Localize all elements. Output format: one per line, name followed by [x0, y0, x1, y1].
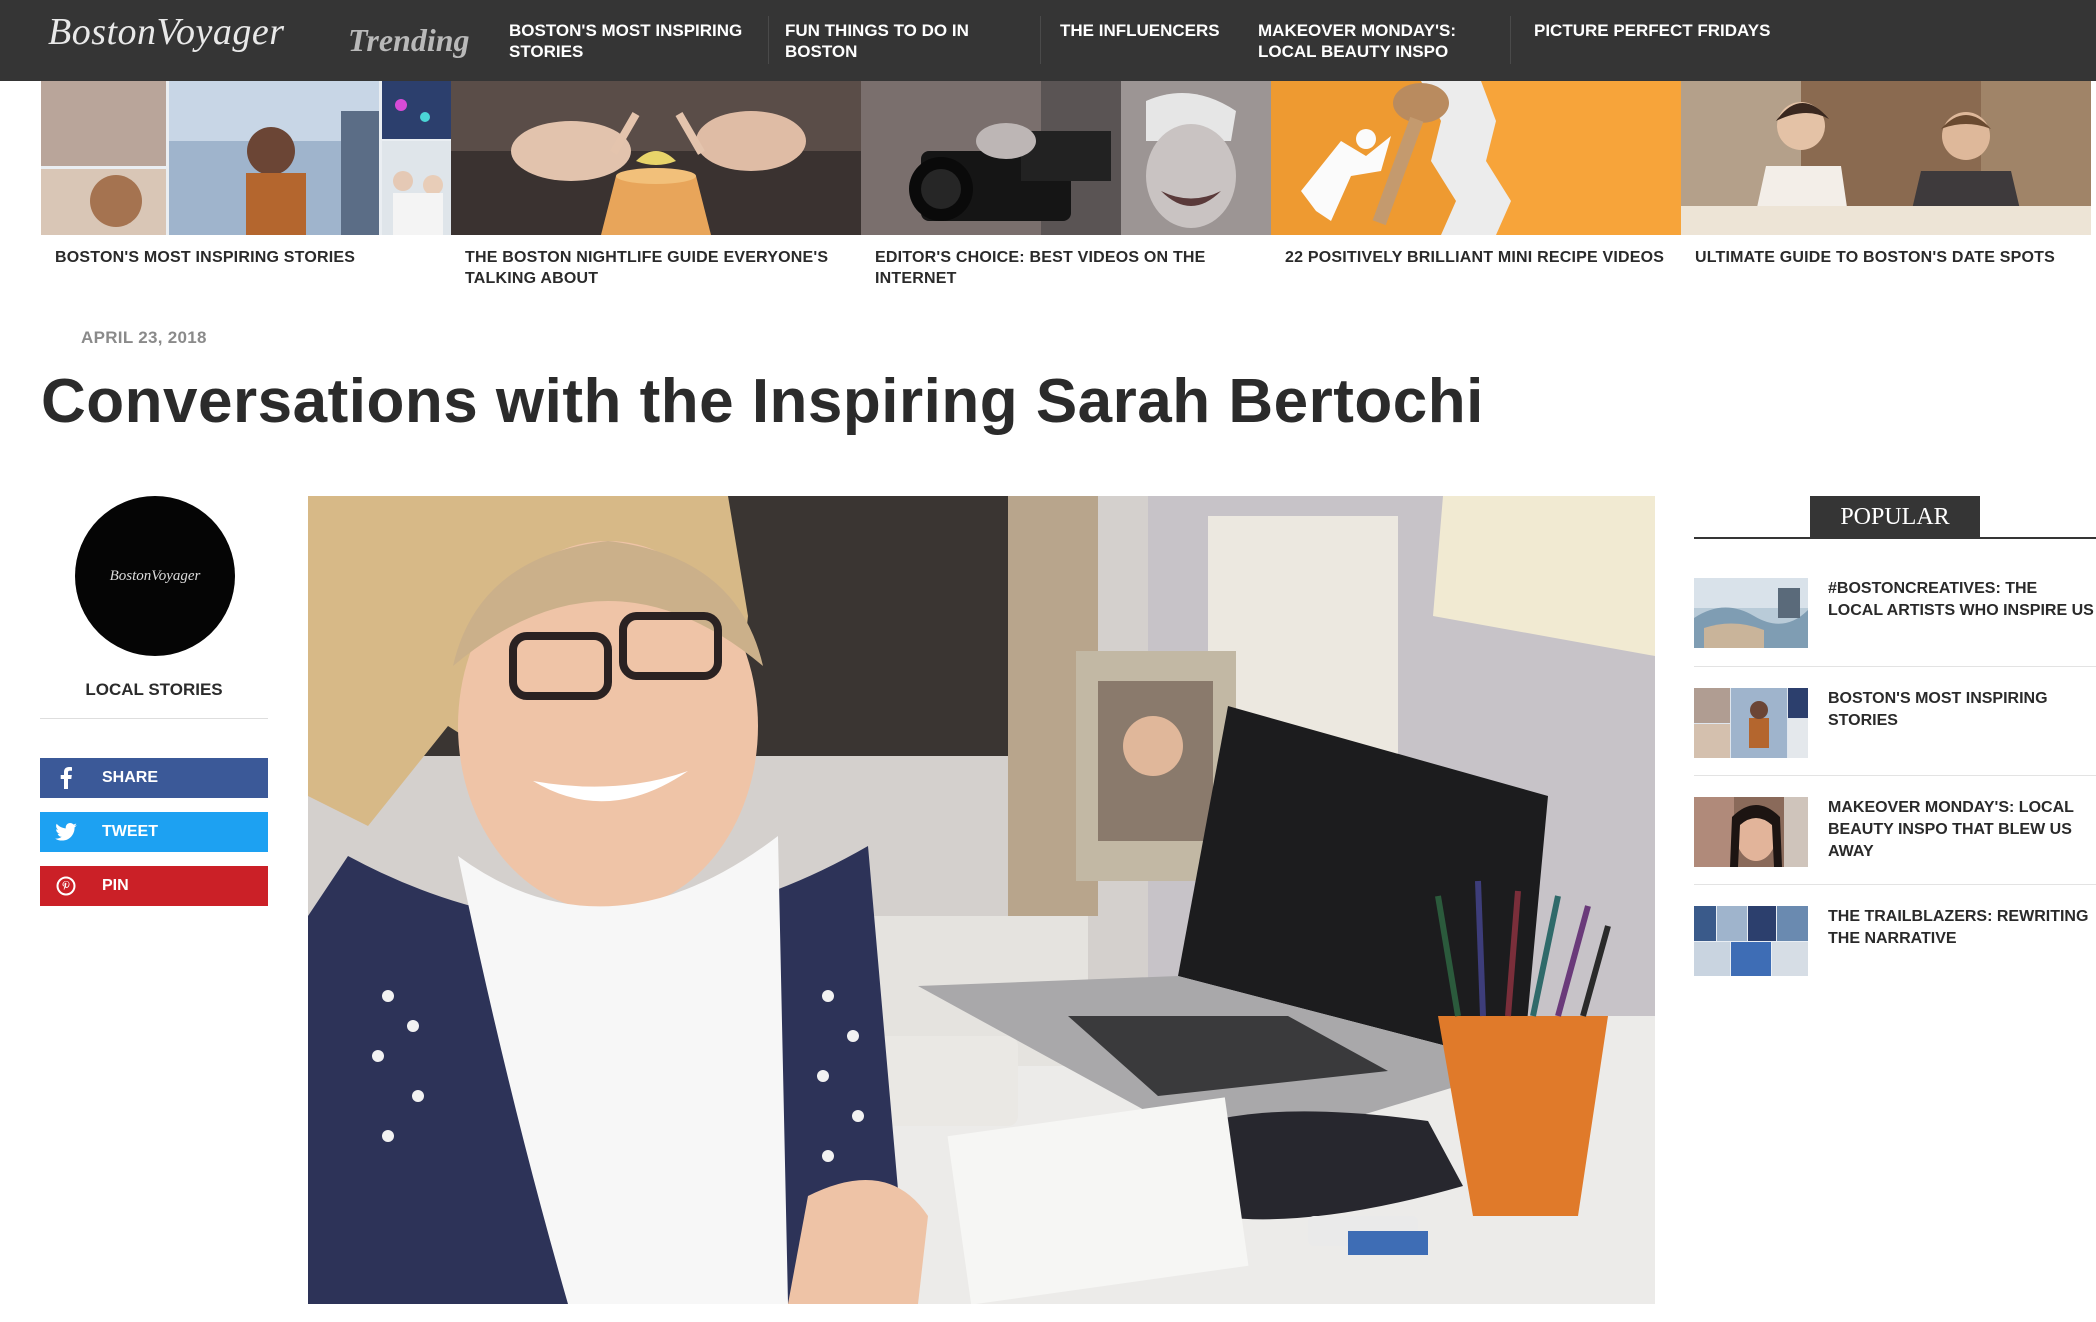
facebook-icon — [40, 758, 92, 798]
article-hero-image — [308, 496, 1655, 1304]
trending-card-image — [41, 81, 451, 235]
popular-item-thumbnail — [1694, 688, 1808, 758]
trending-card-image — [1681, 81, 2091, 235]
trending-card-image — [1271, 81, 1681, 235]
popular-item-thumbnail — [1694, 578, 1808, 648]
nav-item-fun-things[interactable]: FUN THINGS TO DO IN BOSTON — [785, 20, 995, 62]
share-facebook-label: SHARE — [102, 769, 159, 786]
avatar-logo-text: BostonVoyager — [109, 567, 201, 584]
share-twitter-button[interactable]: TWEET — [40, 812, 268, 852]
share-pinterest-label: PIN — [102, 877, 129, 894]
nav-item-influencers[interactable]: THE INFLUENCERS — [1060, 20, 1240, 41]
trending-card-inspiring-stories[interactable]: BOSTON'S MOST INSPIRING STORIES — [41, 81, 451, 296]
trending-card-date-spots[interactable]: ULTIMATE GUIDE TO BOSTON'S DATE SPOTS — [1681, 81, 2091, 296]
divider — [40, 718, 268, 719]
site-logo[interactable]: BostonVoyager — [48, 10, 285, 54]
trending-label: Trending — [348, 22, 470, 58]
trending-card-image — [861, 81, 1271, 235]
top-nav-bar: BostonVoyager Trending BOSTON'S MOST INS… — [0, 0, 2096, 81]
popular-heading: POPULAR — [1810, 496, 1980, 538]
nav-item-picture-perfect[interactable]: PICTURE PERFECT FRIDAYS — [1534, 20, 1794, 41]
article-title: Conversations with the Inspiring Sarah B… — [41, 367, 1484, 436]
popular-item-thumbnail — [1694, 906, 1808, 976]
popular-item-title: THE TRAILBLAZERS: REWRITING THE NARRATIV… — [1828, 908, 2089, 947]
trending-card-best-videos[interactable]: EDITOR'S CHOICE: BEST VIDEOS ON THE INTE… — [861, 81, 1271, 296]
trending-card-caption: EDITOR'S CHOICE: BEST VIDEOS ON THE INTE… — [875, 249, 1206, 287]
popular-rule — [1694, 537, 2096, 539]
divider — [1694, 775, 2096, 776]
share-twitter-label: TWEET — [102, 823, 158, 840]
pinterest-icon — [40, 866, 92, 906]
share-pinterest-button[interactable]: PIN — [40, 866, 268, 906]
author-avatar[interactable]: BostonVoyager — [75, 496, 235, 656]
nav-item-makeover-monday[interactable]: MAKEOVER MONDAY'S: LOCAL BEAUTY INSPO — [1258, 20, 1478, 62]
nav-divider — [1040, 16, 1041, 64]
nav-divider — [768, 16, 769, 64]
popular-item-thumbnail — [1694, 797, 1808, 867]
trending-card-caption: ULTIMATE GUIDE TO BOSTON'S DATE SPOTS — [1695, 249, 2055, 266]
nav-divider — [1510, 16, 1511, 64]
twitter-icon — [40, 812, 92, 852]
article-date: APRIL 23, 2018 — [81, 328, 207, 347]
trending-card-caption: BOSTON'S MOST INSPIRING STORIES — [55, 249, 356, 266]
author-name[interactable]: LOCAL STORIES — [40, 680, 268, 700]
divider — [1694, 884, 2096, 885]
popular-item-title: BOSTON'S MOST INSPIRING STORIES — [1828, 690, 2048, 729]
trending-card-caption: 22 POSITIVELY BRILLIANT MINI RECIPE VIDE… — [1285, 249, 1665, 266]
trending-card-caption: THE BOSTON NIGHTLIFE GUIDE EVERYONE'S TA… — [465, 249, 829, 287]
divider — [1694, 666, 2096, 667]
share-facebook-button[interactable]: SHARE — [40, 758, 268, 798]
popular-item-title: MAKEOVER MONDAY'S: LOCAL BEAUTY INSPO TH… — [1828, 799, 2074, 860]
trending-card-image — [451, 81, 861, 235]
trending-card-recipe-videos[interactable]: 22 POSITIVELY BRILLIANT MINI RECIPE VIDE… — [1271, 81, 1681, 296]
trending-card-nightlife[interactable]: THE BOSTON NIGHTLIFE GUIDE EVERYONE'S TA… — [451, 81, 861, 296]
nav-item-inspiring-stories[interactable]: BOSTON'S MOST INSPIRING STORIES — [509, 20, 759, 62]
popular-item-title: #BOSTONCREATIVES: THE LOCAL ARTISTS WHO … — [1828, 580, 2094, 619]
